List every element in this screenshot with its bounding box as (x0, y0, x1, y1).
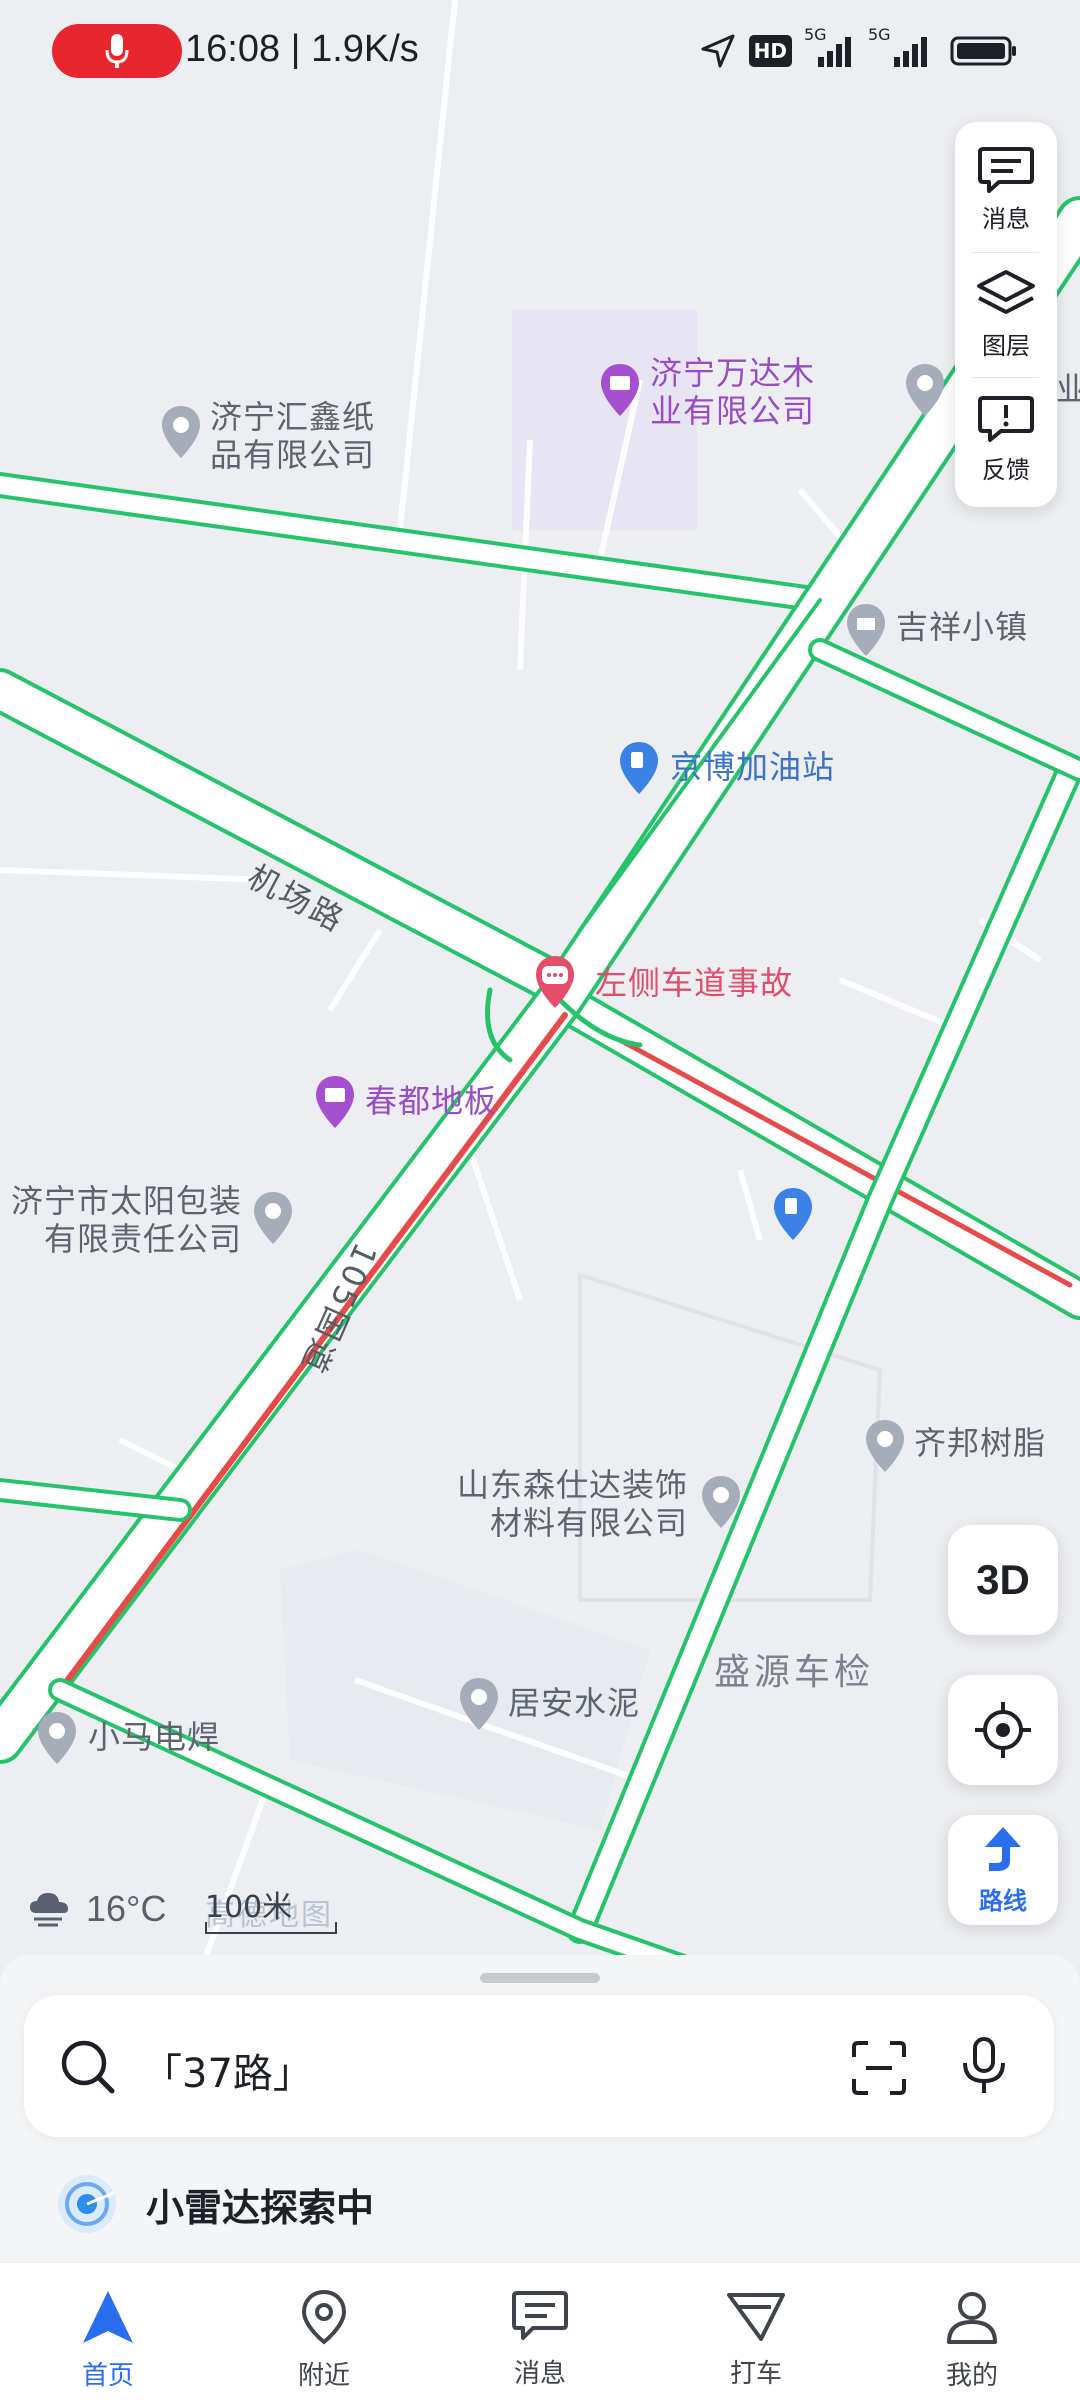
location-pin-icon[interactable] (698, 1474, 744, 1530)
poi-jingbo[interactable]: 京博加油站 (670, 748, 835, 786)
radar-text: 小雷达探索中 (146, 2185, 375, 2230)
location-pin-icon[interactable] (456, 1676, 502, 1732)
layers-button[interactable]: 图层 (955, 255, 1057, 373)
voice-search-icon[interactable] (958, 2035, 1010, 2097)
mic-icon (105, 34, 129, 68)
nav-profile[interactable]: 我的 (864, 2263, 1080, 2400)
map-app: 济宁汇鑫纸 品有限公司 济宁万达木 业有限公司 业 吉祥小镇 京博加油站 左侧车… (0, 0, 1080, 2400)
home-arrow-icon (83, 2291, 133, 2343)
cloudy-weather-icon (30, 1893, 68, 1927)
locate-button[interactable] (948, 1675, 1058, 1785)
location-arrow-icon (701, 34, 735, 68)
gas-station-pin-icon[interactable] (770, 1186, 816, 1242)
map-scale: 100米 (205, 1882, 337, 1934)
search-box[interactable]: 「37路」 (24, 1995, 1054, 2137)
poi-xiaoma[interactable]: 小马电焊 (88, 1718, 220, 1756)
nav-taxi[interactable]: 打车 (648, 2263, 864, 2400)
location-pin-icon[interactable] (158, 404, 204, 460)
signal-icon-2: 5G (868, 25, 938, 71)
scan-icon[interactable] (850, 2039, 908, 2097)
poi-jixiang[interactable]: 吉祥小镇 (896, 608, 1028, 646)
gas-station-pin-icon[interactable] (616, 740, 662, 796)
scale-label: 100米 (205, 1890, 293, 1925)
voice-recording-indicator[interactable] (52, 24, 182, 78)
nav-messages[interactable]: 消息 (432, 2263, 648, 2400)
poi-accident-left-lane[interactable]: 左侧车道事故 (595, 964, 793, 1002)
drag-handle[interactable] (480, 1973, 600, 1983)
layers-icon (977, 269, 1035, 314)
poi-jining-huixin[interactable]: 济宁汇鑫纸 品有限公司 (210, 398, 375, 474)
signal-icon: 5G (804, 25, 856, 71)
route-button[interactable]: 路线 (948, 1815, 1058, 1925)
nav-nearby[interactable]: 附近 (216, 2263, 432, 2400)
user-icon (947, 2292, 997, 2344)
status-icons: HD 5G 5G (699, 25, 1018, 74)
taxi-icon (727, 2293, 785, 2341)
status-time-speed: 16:08 | 1.9K/s (185, 28, 419, 70)
search-input[interactable]: 「37路」 (142, 2041, 313, 2099)
accident-message-icon[interactable] (532, 954, 578, 1010)
message-button[interactable]: 消息 (955, 130, 1057, 248)
poi-jining-wanda[interactable]: 济宁万达木 业有限公司 (650, 354, 815, 430)
3d-toggle-button[interactable]: 3D (948, 1525, 1058, 1635)
nav-home[interactable]: 首页 (0, 2263, 216, 2400)
poi-shengyuan[interactable]: 盛源车检 (714, 1654, 874, 1692)
poi-edge-label[interactable]: 业 (1056, 370, 1080, 408)
location-pin-icon[interactable] (862, 1418, 908, 1474)
feedback-icon (978, 395, 1034, 442)
message-icon (978, 146, 1034, 193)
town-pin-icon[interactable] (843, 602, 889, 658)
divider (973, 377, 1039, 378)
poi-juan[interactable]: 居安水泥 (508, 1684, 640, 1722)
route-arrow-icon (985, 1826, 1021, 1871)
location-pin-icon (301, 2289, 347, 2345)
weather-temperature: 16°C (86, 1888, 167, 1929)
poi-taiyang[interactable]: 济宁市太阳包装 有限责任公司 (0, 1182, 242, 1258)
radar-status[interactable]: 小雷达探索中 (56, 2173, 374, 2235)
location-pin-icon[interactable] (34, 1710, 80, 1766)
radar-icon (58, 2175, 116, 2233)
location-pin-icon[interactable] (902, 362, 948, 418)
shop-pin-icon[interactable] (597, 362, 643, 418)
feedback-button[interactable]: 反馈 (955, 380, 1057, 498)
bottom-nav: 首页 附近 消息 打车 我的 (0, 2262, 1080, 2400)
message-icon (512, 2291, 568, 2340)
location-pin-icon[interactable] (250, 1190, 296, 1246)
divider (973, 252, 1039, 253)
poi-sensida[interactable]: 山东森仕达装饰 材料有限公司 (448, 1466, 688, 1542)
status-bar: 16:08 | 1.9K/s HD 5G 5G (0, 0, 1080, 100)
map-canvas[interactable]: 济宁汇鑫纸 品有限公司 济宁万达木 业有限公司 业 吉祥小镇 京博加油站 左侧车… (0, 0, 1080, 2000)
weather-widget[interactable]: 16°C (26, 1888, 166, 1930)
crosshair-icon (975, 1702, 1031, 1758)
map-tools-panel: 消息 图层 反馈 (955, 122, 1057, 507)
hd-badge: HD (748, 35, 792, 67)
shop-pin-icon[interactable] (312, 1074, 358, 1130)
search-icon (61, 2040, 115, 2094)
poi-qibang[interactable]: 齐邦树脂 (914, 1424, 1046, 1462)
poi-chundu[interactable]: 春都地板 (365, 1082, 497, 1120)
battery-icon (950, 36, 1016, 66)
